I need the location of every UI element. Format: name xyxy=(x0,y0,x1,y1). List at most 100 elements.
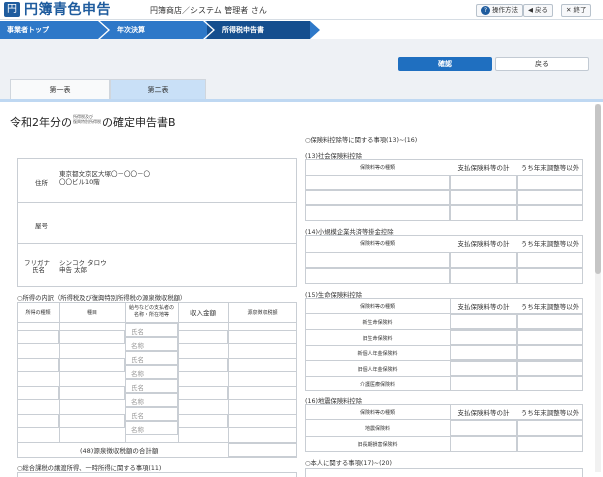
breadcrumb-item-top[interactable]: 事業者トップ xyxy=(7,21,49,39)
income-amount-input[interactable] xyxy=(178,330,228,344)
withholding-input[interactable] xyxy=(228,330,297,344)
title-small-note: 所得税及び 復興特別所得税 xyxy=(73,114,101,124)
income-item-input[interactable] xyxy=(59,358,125,372)
excluding-adjustment-input[interactable] xyxy=(517,420,583,436)
col-excluding-adjustment: うち年末調整等以外 xyxy=(520,303,580,311)
income-amount-input[interactable] xyxy=(178,414,228,428)
col-premium-type: 保険料等の種類 xyxy=(359,304,395,310)
col-premium-type: 保険料等の種類 xyxy=(359,241,395,247)
income-type-input[interactable] xyxy=(17,358,59,372)
withholding-input[interactable] xyxy=(228,358,297,372)
paid-total-input[interactable] xyxy=(450,330,517,345)
payer-name-input[interactable]: 氏名 xyxy=(125,351,178,365)
excluding-adjustment-input[interactable] xyxy=(517,314,583,329)
income-type-input[interactable] xyxy=(17,414,59,428)
payer-title-input[interactable]: 名称 xyxy=(125,393,178,407)
col-premium-type: 保険料等の種類 xyxy=(359,165,395,171)
vertical-scrollbar[interactable] xyxy=(595,104,601,472)
header-back-label: 戻る xyxy=(535,6,548,14)
help-icon: ? xyxy=(481,5,490,15)
title-suffix: の確定申告書B xyxy=(102,116,176,129)
scrollbar-thumb[interactable] xyxy=(595,104,601,274)
payer-name-placeholder: 氏名 xyxy=(131,412,144,420)
payer-name-input[interactable]: 氏名 xyxy=(125,379,178,393)
name-value[interactable]: 申告 太郎 xyxy=(59,264,87,274)
paid-total-input[interactable] xyxy=(450,205,517,221)
paid-total-input[interactable] xyxy=(450,361,517,376)
payer-title-input[interactable]: 名称 xyxy=(125,421,178,435)
payer-title-input[interactable]: 名称 xyxy=(125,337,178,351)
income-item-input[interactable] xyxy=(59,414,125,428)
paid-total-input[interactable] xyxy=(450,420,517,436)
confirm-button[interactable]: 確認 xyxy=(398,57,492,71)
transfer-income-section-title: ○総合課税の譲渡所得、一時所得に関する事項(11) xyxy=(17,465,162,472)
paid-total-input[interactable] xyxy=(450,436,517,452)
col-paid-total: 支払保険料等の計 xyxy=(457,240,510,248)
life-row-care-medical: 介護医療保険料 xyxy=(359,382,395,388)
payer-title-placeholder: 名称 xyxy=(131,370,144,378)
excluding-adjustment-input[interactable] xyxy=(517,330,583,345)
income-item-input[interactable] xyxy=(59,330,125,344)
col-premium-type: 保険料等の種類 xyxy=(359,410,395,416)
payer-name-input[interactable]: 氏名 xyxy=(125,407,178,421)
back-button[interactable]: 戻る xyxy=(495,57,589,71)
paid-total-input[interactable] xyxy=(450,345,517,360)
premium-type-input[interactable] xyxy=(305,268,450,284)
income-type-input[interactable] xyxy=(17,330,59,344)
insurance-section-title: ○保険料控除等に関する事項(13)~(16) xyxy=(305,137,418,144)
help-button[interactable]: ? 操作方法 xyxy=(476,4,523,17)
col-payer-line2: 名称・所在地等 xyxy=(133,312,169,318)
paid-total-input[interactable] xyxy=(450,175,517,190)
withholding-total-input[interactable] xyxy=(228,443,297,457)
excluding-adjustment-input[interactable] xyxy=(517,252,583,268)
excluding-adjustment-input[interactable] xyxy=(517,268,583,284)
excluding-adjustment-input[interactable] xyxy=(517,205,583,221)
col-paid-total: 支払保険料等の計 xyxy=(457,409,510,417)
address-line2[interactable]: 〇〇ビル10階 xyxy=(59,176,100,186)
excluding-adjustment-input[interactable] xyxy=(517,376,583,391)
premium-type-input[interactable] xyxy=(305,252,450,268)
excluding-adjustment-input[interactable] xyxy=(517,175,583,190)
divider xyxy=(17,243,297,244)
premium-type-input[interactable] xyxy=(305,175,450,190)
col-divider xyxy=(450,298,451,391)
close-button[interactable]: ✕ 終了 xyxy=(561,4,592,17)
income-amount-input[interactable] xyxy=(178,386,228,400)
header-back-button[interactable]: ◀ 戻る xyxy=(523,4,553,17)
payer-title-input[interactable]: 名称 xyxy=(125,365,178,379)
excluding-adjustment-input[interactable] xyxy=(517,190,583,205)
excluding-adjustment-input[interactable] xyxy=(517,436,583,452)
breadcrumb-item-year-end[interactable]: 年次決算 xyxy=(117,21,145,39)
premium-type-input[interactable] xyxy=(305,190,450,205)
personal-section-title: ○本人に関する事項(17)~(20) xyxy=(305,460,392,467)
app-logo-icon: 円 xyxy=(4,2,20,17)
col-income-amount: 収入金額 xyxy=(190,309,216,317)
payer-title-placeholder: 名称 xyxy=(131,342,144,350)
income-amount-input[interactable] xyxy=(178,358,228,372)
excluding-adjustment-input[interactable] xyxy=(517,361,583,376)
col-excluding-adjustment: うち年末調整等以外 xyxy=(520,409,580,417)
withholding-total-label: (48)源泉徴収税額の合計額 xyxy=(80,447,159,455)
col-excluding-adjustment: うち年末調整等以外 xyxy=(520,240,580,248)
payer-name-placeholder: 氏名 xyxy=(131,328,144,336)
tab-second-sheet[interactable]: 第二表 xyxy=(110,79,206,99)
name-label: 氏名 xyxy=(32,266,45,274)
paid-total-input[interactable] xyxy=(450,314,517,329)
paid-total-input[interactable] xyxy=(450,268,517,284)
paid-total-input[interactable] xyxy=(450,376,517,391)
excluding-adjustment-input[interactable] xyxy=(517,345,583,360)
paid-total-input[interactable] xyxy=(450,252,517,268)
col-paid-total: 支払保険料等の計 xyxy=(457,303,510,311)
premium-type-input[interactable] xyxy=(305,205,450,221)
withholding-input[interactable] xyxy=(228,386,297,400)
back-arrow-icon: ◀ xyxy=(528,6,533,14)
transfer-income-table xyxy=(17,472,297,477)
tab-first-sheet[interactable]: 第一表 xyxy=(10,79,110,99)
income-item-input[interactable] xyxy=(59,386,125,400)
income-type-input[interactable] xyxy=(17,386,59,400)
withholding-input[interactable] xyxy=(228,414,297,428)
paid-total-input[interactable] xyxy=(450,190,517,205)
payer-name-input[interactable]: 氏名 xyxy=(125,323,178,337)
breadcrumb-item-tax-return: 所得税申告書 xyxy=(222,26,264,34)
payer-name-placeholder: 氏名 xyxy=(131,356,144,364)
